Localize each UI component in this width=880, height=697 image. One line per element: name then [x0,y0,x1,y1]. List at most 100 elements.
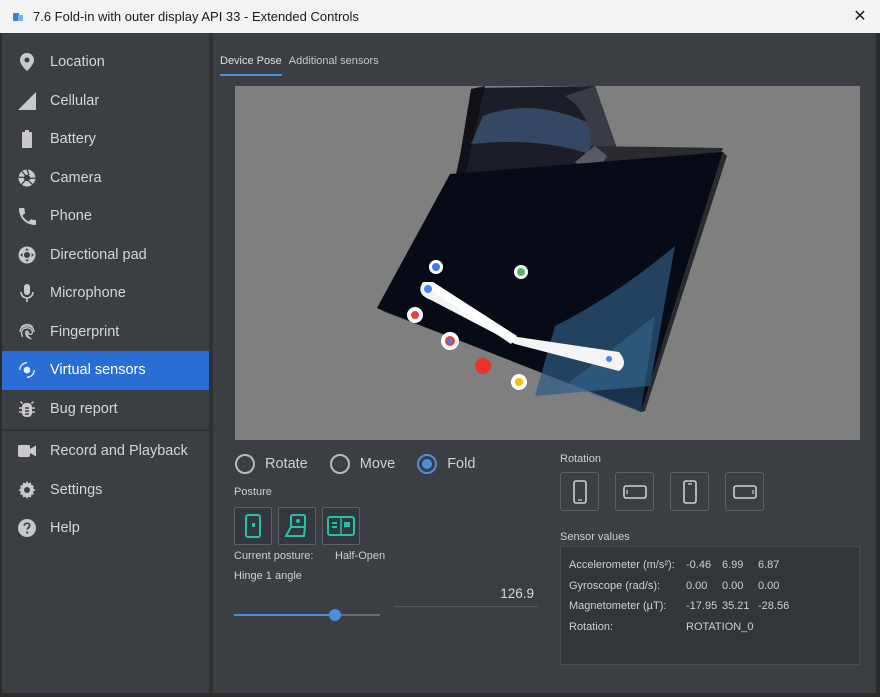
folded-device-render [377,86,727,412]
sidebar: Location Cellular Battery Camera Phone D… [2,33,209,693]
rotate-landscape-button[interactable] [615,472,654,511]
sidebar-item-label: Location [50,54,105,71]
sensor-row-magnetometer: Magnetometer (µT): -17.95 35.21 -28.56 [569,596,859,617]
posture-open-button[interactable] [322,507,360,545]
sidebar-item-settings[interactable]: Settings [2,471,209,510]
tab-bar: Device Pose Additional sensors [220,53,386,76]
emulator-app-icon [13,12,23,21]
tab-additional-sensors[interactable]: Additional sensors [289,53,379,76]
sidebar-item-help[interactable]: Help [2,509,209,548]
posture-open-icon [327,516,355,536]
sidebar-item-fingerprint[interactable]: Fingerprint [2,313,209,352]
fold-radio[interactable]: Fold [417,454,475,474]
sensor-values-label: Sensor values [560,531,630,543]
sidebar-item-label: Settings [50,481,103,498]
posture-half-open-button[interactable] [278,507,316,545]
bug-icon [18,400,36,418]
virtual-sensors-icon [18,361,36,379]
sidebar-item-label: Help [50,520,80,537]
sensor-name: Gyroscope (rad/s): [569,579,661,592]
phone-portrait-icon [572,479,587,504]
sidebar-item-cellular[interactable]: Cellular [2,82,209,121]
camera-aperture-icon [18,169,36,187]
sensor-value: -0.46 [686,559,712,572]
virtual-sensors-panel: Device Pose Additional sensors Rotate Mo… [213,33,876,693]
microphone-icon [18,284,36,303]
rotation-buttons [560,472,780,511]
sidebar-item-label: Cellular [50,92,100,109]
fold-label: Fold [447,456,476,472]
rotation-label: Rotation [560,453,601,465]
hinge-angle-label: Hinge 1 angle [234,570,302,582]
sidebar-item-label: Microphone [50,285,126,302]
sensor-row-rotation: Rotation: ROTATION_0 [569,617,859,638]
sidebar-item-label: Battery [50,131,96,148]
sidebar-item-label: Phone [50,208,92,225]
window-title: 7.6 Fold-in with outer display API 33 - … [33,9,359,24]
gear-icon [18,480,36,499]
sidebar-item-label: Directional pad [50,246,147,263]
sidebar-item-directional-pad[interactable]: Directional pad [2,236,209,275]
sensor-row-accelerometer: Accelerometer (m/s²): -0.46 6.99 6.87 [569,555,859,576]
fingerprint-icon [18,323,36,341]
sensor-value: -28.56 [758,600,790,613]
phone-icon [18,207,36,225]
tab-device-pose[interactable]: Device Pose [220,53,282,76]
sensor-value: ROTATION_0 [686,620,754,633]
radio-circle [235,454,255,474]
hinge-angle-slider[interactable] [234,609,380,621]
sensor-name: Rotation: [569,620,614,633]
sensor-name: Magnetometer (µT): [569,600,667,613]
sensor-value: 0.00 [758,579,780,592]
sidebar-item-battery[interactable]: Battery [2,120,209,159]
posture-label: Posture [234,486,272,498]
title-bar: 7.6 Fold-in with outer display API 33 - … [0,0,880,33]
sidebar-item-camera[interactable]: Camera [2,159,209,198]
posture-half-open-icon [284,514,306,537]
sidebar-item-microphone[interactable]: Microphone [2,274,209,313]
sensor-row-gyroscope: Gyroscope (rad/s): 0.00 0.00 0.00 [569,576,859,597]
sidebar-item-bug-report[interactable]: Bug report [2,390,209,429]
help-icon [18,519,36,538]
sidebar-item-label: Camera [50,169,102,186]
slider-fill [234,614,335,616]
sensor-name: Accelerometer (m/s²): [569,559,675,572]
rotate-radio[interactable]: Rotate [235,454,308,474]
sensor-value: 0.00 [686,579,708,592]
sidebar-item-phone[interactable]: Phone [2,197,209,236]
location-pin-icon [18,53,36,72]
device-pose-viewport[interactable] [235,86,860,440]
posture-buttons [234,507,366,545]
sidebar-item-record-and-playback[interactable]: Record and Playback [2,432,209,471]
sensor-values-table: Accelerometer (m/s²): -0.46 6.99 6.87 Gy… [560,546,860,665]
phone-reverse-landscape-icon [732,484,757,499]
manipulation-mode-group: Rotate Move Fold [235,454,497,474]
close-button[interactable]: ✕ [850,6,870,26]
rotate-label: Rotate [265,456,308,472]
sensor-value: 6.87 [758,559,780,572]
rotate-reverse-portrait-button[interactable] [670,472,709,511]
sidebar-item-virtual-sensors[interactable]: Virtual sensors [2,351,209,390]
sensor-value: 6.99 [722,559,744,572]
radio-circle [329,454,350,474]
rotate-portrait-button[interactable] [560,472,599,511]
cellular-signal-icon [18,91,36,110]
sidebar-item-location[interactable]: Location [2,43,209,82]
close-icon: ✕ [853,8,867,25]
radio-circle-selected [417,454,438,474]
hinge-angle-value[interactable]: 126.9 [394,583,538,607]
phone-reverse-portrait-icon [682,479,697,504]
current-posture-value: Half-Open [335,550,386,562]
posture-closed-button[interactable] [234,507,272,545]
video-camera-icon [18,442,36,460]
sensor-value: 0.00 [722,579,744,592]
slider-thumb[interactable] [328,609,341,621]
dpad-icon [18,246,36,264]
move-radio[interactable]: Move [329,454,395,474]
posture-closed-icon [245,514,261,538]
rotate-reverse-landscape-button[interactable] [725,472,764,511]
sidebar-item-label: Virtual sensors [50,362,146,379]
sensor-value: -17.95 [686,600,718,613]
phone-landscape-icon [622,484,647,499]
sidebar-item-label: Bug report [50,400,118,417]
